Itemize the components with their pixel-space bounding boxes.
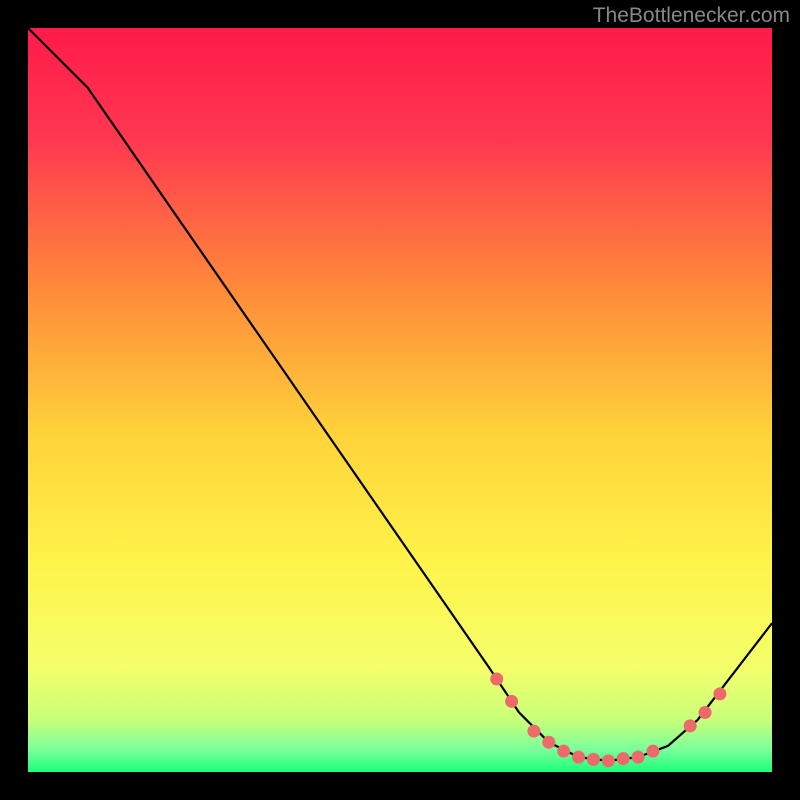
data-marker (572, 751, 585, 764)
data-marker (699, 706, 712, 719)
gradient-background (28, 28, 772, 772)
data-marker (527, 725, 540, 738)
data-marker (617, 752, 630, 765)
data-marker (632, 751, 645, 764)
chart-canvas (28, 28, 772, 772)
data-marker (490, 673, 503, 686)
data-marker (602, 754, 615, 767)
data-marker (646, 745, 659, 758)
data-marker (542, 736, 555, 749)
data-marker (713, 687, 726, 700)
data-marker (587, 753, 600, 766)
chart-svg (28, 28, 772, 772)
watermark-text: TheBottlenecker.com (593, 4, 790, 28)
data-marker (684, 719, 697, 732)
data-marker (557, 745, 570, 758)
data-marker (505, 695, 518, 708)
